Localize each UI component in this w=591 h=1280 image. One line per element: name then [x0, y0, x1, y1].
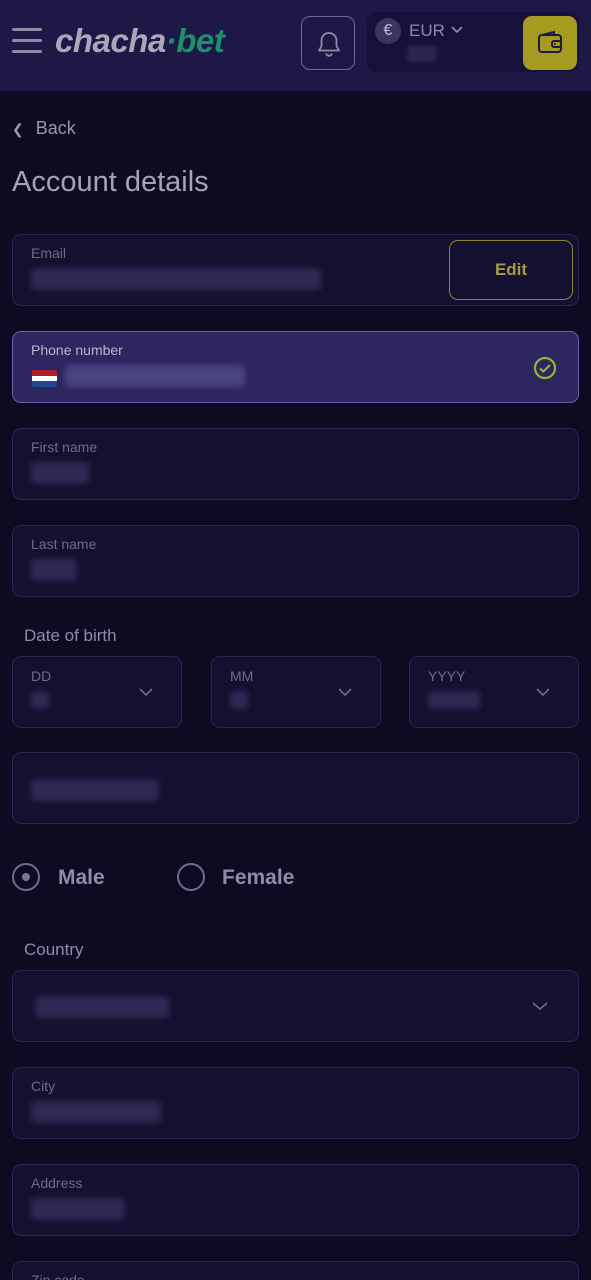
- zip-code-field[interactable]: Zip code: [12, 1261, 579, 1280]
- wallet-button[interactable]: [523, 16, 577, 70]
- email-value-redacted: [31, 268, 321, 290]
- country-value-redacted: [35, 996, 169, 1018]
- chevron-down-icon: [338, 688, 352, 697]
- additional-field[interactable]: [12, 752, 579, 824]
- first-name-value-redacted: [31, 462, 89, 484]
- dob-year-value-redacted: [428, 691, 480, 709]
- last-name-label: Last name: [31, 536, 97, 552]
- address-value-redacted: [31, 1198, 125, 1220]
- dob-day-select[interactable]: DD: [12, 656, 182, 728]
- last-name-field[interactable]: Last name: [12, 525, 579, 597]
- currency-code: EUR: [409, 21, 445, 40]
- notifications-button[interactable]: [301, 16, 355, 70]
- brand-logo[interactable]: chacha·bet: [55, 22, 225, 60]
- back-link[interactable]: ❮ Back: [12, 118, 76, 139]
- city-value-redacted: [31, 1101, 161, 1123]
- address-label: Address: [31, 1175, 83, 1191]
- phone-value-redacted: [65, 365, 245, 387]
- wallet-icon: [538, 30, 562, 53]
- zip-code-label: Zip code: [31, 1272, 85, 1280]
- euro-icon: €: [375, 18, 401, 44]
- last-name-value-redacted: [31, 559, 77, 581]
- chevron-down-icon: [532, 1002, 548, 1011]
- balance-amount-redacted: [407, 46, 437, 62]
- additional-value-redacted: [31, 779, 159, 801]
- date-of-birth-label: Date of birth: [24, 626, 117, 645]
- chevron-down-icon: [139, 688, 153, 697]
- phone-field[interactable]: Phone number: [12, 331, 579, 403]
- first-name-label: First name: [31, 439, 98, 455]
- female-radio[interactable]: [177, 863, 205, 891]
- dob-month-select[interactable]: MM: [211, 656, 381, 728]
- bell-icon: [318, 32, 340, 57]
- chevron-left-icon: ❮: [12, 121, 24, 137]
- email-label: Email: [31, 245, 67, 261]
- dob-month-label: MM: [230, 668, 254, 684]
- country-label: Country: [24, 940, 84, 959]
- dob-year-label: YYYY: [428, 668, 466, 684]
- address-field[interactable]: Address: [12, 1164, 579, 1236]
- email-field[interactable]: Email Edit: [12, 234, 579, 306]
- first-name-field[interactable]: First name: [12, 428, 579, 500]
- phone-label: Phone number: [31, 342, 123, 358]
- female-label[interactable]: Female: [222, 866, 294, 890]
- dob-day-label: DD: [31, 668, 52, 684]
- city-label: City: [31, 1078, 56, 1094]
- top-header: chacha·bet € EUR: [0, 0, 591, 91]
- dob-year-select[interactable]: YYYY: [409, 656, 579, 728]
- page-title: Account details: [12, 166, 209, 198]
- chevron-down-icon: [536, 688, 550, 697]
- edit-email-button[interactable]: Edit: [449, 240, 573, 300]
- dob-day-value-redacted: [31, 691, 49, 709]
- check-circle-icon: [533, 356, 557, 380]
- hamburger-menu-icon[interactable]: [12, 28, 42, 54]
- country-select[interactable]: [12, 970, 579, 1042]
- male-label[interactable]: Male: [58, 866, 105, 890]
- male-radio[interactable]: [12, 863, 40, 891]
- city-field[interactable]: City: [12, 1067, 579, 1139]
- netherlands-flag-icon: [32, 370, 57, 387]
- chevron-down-icon: [451, 26, 463, 34]
- dob-month-value-redacted: [230, 691, 248, 709]
